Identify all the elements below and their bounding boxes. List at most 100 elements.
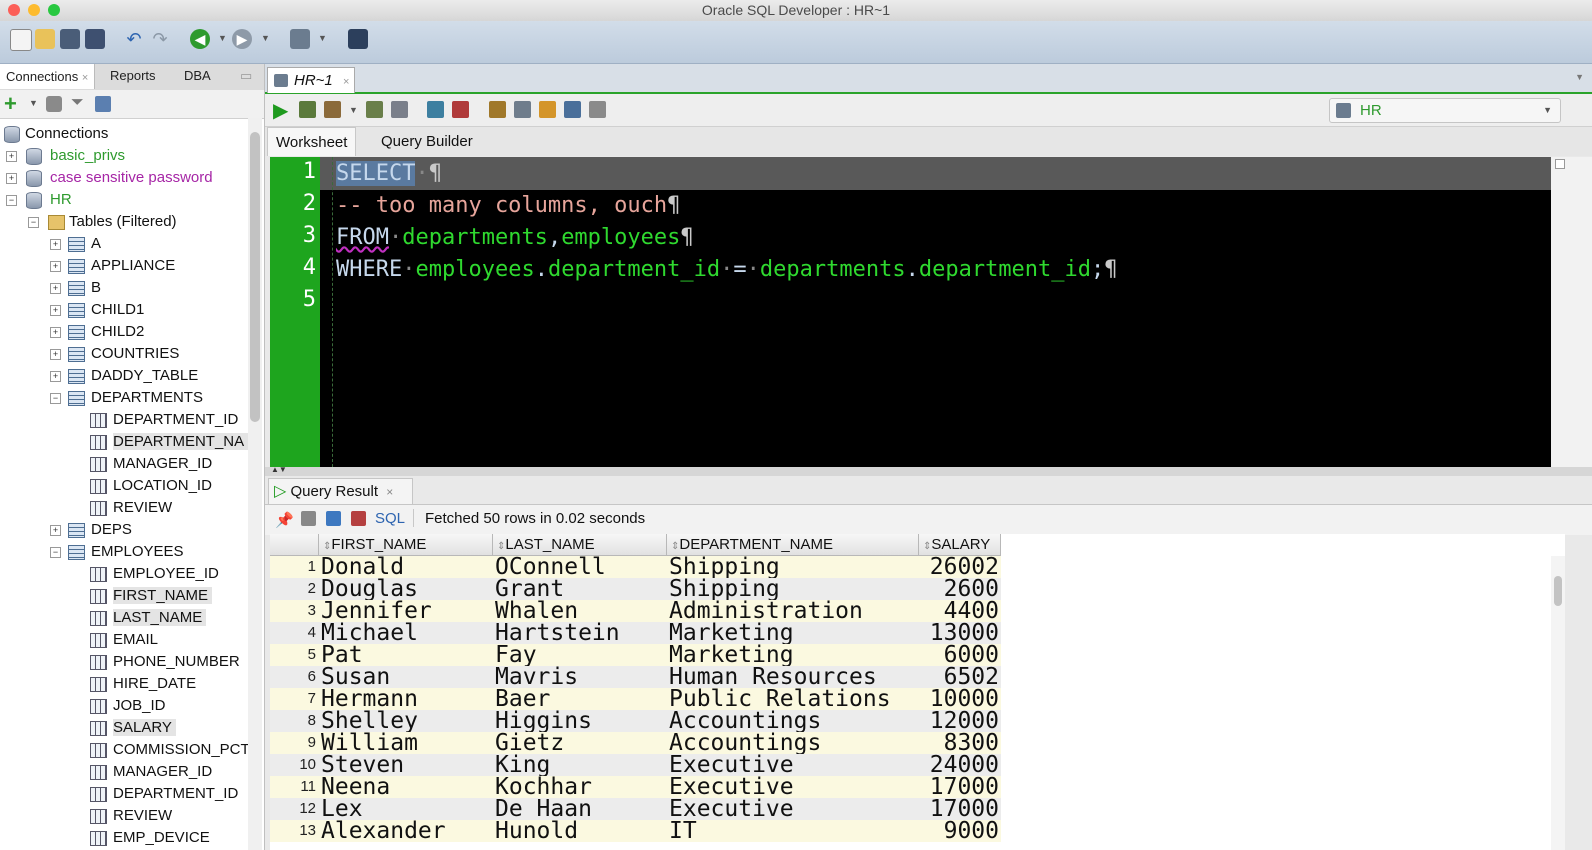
table-cell[interactable]: Susan [321, 666, 491, 689]
table-cell[interactable]: Steven [321, 754, 491, 777]
table-cell[interactable]: Human Resources [669, 666, 917, 689]
tree-item-column[interactable]: DEPARTMENT_ID [90, 409, 242, 431]
tree-item-column[interactable]: FIRST_NAME [90, 585, 213, 607]
rollback-icon[interactable] [452, 101, 469, 118]
tree-item-table[interactable]: + APPLIANCE [50, 255, 175, 277]
tree-item-column[interactable]: EMPLOYEE_ID [90, 563, 223, 585]
tree-item-column[interactable]: JOB_ID [90, 695, 170, 717]
filter-icon[interactable]: ⏷ [71, 94, 84, 112]
tree-item-table[interactable]: − EMPLOYEES [50, 541, 184, 563]
expand-icon[interactable]: + [6, 173, 17, 184]
save-icon[interactable] [60, 29, 80, 49]
table-cell[interactable]: 17000 [921, 798, 999, 821]
tree-item-column[interactable]: LOCATION_ID [90, 475, 216, 497]
table-cell[interactable]: Fay [495, 644, 665, 667]
expand-icon[interactable]: + [6, 151, 17, 162]
tree-item-column[interactable]: REVIEW [90, 497, 176, 519]
table-cell[interactable]: Pat [321, 644, 491, 667]
table-cell[interactable]: 6000 [921, 644, 999, 667]
forward-dropdown-icon[interactable]: ▼ [261, 33, 270, 43]
tab-dba[interactable]: DBA [184, 68, 211, 83]
autotrace-dropdown-icon[interactable]: ▼ [349, 105, 358, 115]
table-cell[interactable]: 13000 [921, 622, 999, 645]
table-cell[interactable]: Higgins [495, 710, 665, 733]
expand-icon[interactable]: + [50, 371, 61, 382]
scrollbar-thumb[interactable] [250, 132, 260, 422]
table-cell[interactable]: Lex [321, 798, 491, 821]
table-cell[interactable]: Hunold [495, 820, 665, 843]
column-header-department-name[interactable]: ⇕DEPARTMENT_NAME [667, 534, 919, 556]
query-result-grid[interactable]: ⇕FIRST_NAME ⇕LAST_NAME ⇕DEPARTMENT_NAME … [270, 534, 1565, 850]
schema-browser-icon[interactable] [95, 96, 111, 112]
clear-icon[interactable] [539, 101, 556, 118]
table-cell[interactable]: Whalen [495, 600, 665, 623]
tree-item-column[interactable]: EMAIL [90, 629, 162, 651]
tab-worksheet[interactable]: Worksheet [267, 127, 357, 156]
refresh-icon[interactable] [46, 96, 62, 112]
close-tab-icon[interactable]: × [386, 485, 393, 499]
explain-plan-icon[interactable] [366, 101, 383, 118]
add-connection-icon[interactable]: + [4, 91, 17, 117]
close-tab-icon[interactable]: × [82, 72, 88, 84]
run-script-icon[interactable] [299, 101, 316, 118]
table-cell[interactable]: Executive [669, 798, 917, 821]
tree-item-table[interactable]: + COUNTRIES [50, 343, 179, 365]
table-cell[interactable]: Douglas [321, 578, 491, 601]
expand-icon[interactable]: + [50, 239, 61, 250]
table-cell[interactable]: Donald [321, 556, 491, 579]
scrollbar-thumb[interactable] [1554, 576, 1562, 606]
table-cell[interactable]: Shipping [669, 556, 917, 579]
run-statement-icon[interactable]: ▶ [273, 98, 288, 123]
table-cell[interactable]: 6502 [921, 666, 999, 689]
tab-hr-worksheet[interactable]: HR~1 × [267, 67, 355, 93]
expand-icon[interactable]: + [50, 305, 61, 316]
minimize-panel-icon[interactable]: ▭ [240, 68, 252, 84]
table-cell[interactable]: Executive [669, 776, 917, 799]
tree-item-table[interactable]: + DADDY_TABLE [50, 365, 198, 387]
column-header-last-name[interactable]: ⇕LAST_NAME [493, 534, 667, 556]
editor-result-splitter[interactable]: ▲▼ [265, 465, 1592, 476]
table-cell[interactable]: 10000 [921, 688, 999, 711]
tree-item-table[interactable]: + DEPS [50, 519, 132, 541]
table-cell[interactable]: IT [669, 820, 917, 843]
table-cell[interactable]: Baer [495, 688, 665, 711]
table-cell[interactable]: Marketing [669, 622, 917, 645]
cancel-query-icon[interactable] [351, 511, 366, 526]
unshared-sql-icon[interactable] [489, 101, 506, 118]
table-cell[interactable]: Accountings [669, 732, 917, 755]
commit-icon[interactable] [427, 101, 444, 118]
collapse-icon[interactable]: − [28, 217, 39, 228]
tab-query-result[interactable]: ▷ Query Result × [268, 478, 413, 505]
close-tab-icon[interactable]: × [343, 76, 349, 88]
pin-icon[interactable]: 📌 [275, 511, 294, 529]
redo-icon[interactable]: ↷ [150, 29, 170, 49]
expand-icon[interactable]: + [50, 261, 61, 272]
table-cell[interactable]: Jennifer [321, 600, 491, 623]
table-cell[interactable]: 9000 [921, 820, 999, 843]
tree-item-column[interactable]: COMMISSION_PCT [90, 739, 254, 761]
tree-item-table[interactable]: + CHILD2 [50, 321, 144, 343]
tree-item-column[interactable]: REVIEW [90, 805, 176, 827]
split-arrows-icon[interactable]: ▲▼ [271, 465, 287, 474]
back-icon[interactable]: ◀ [190, 29, 210, 49]
binoculars-icon[interactable] [348, 29, 368, 49]
table-cell[interactable]: Grant [495, 578, 665, 601]
connection-select[interactable]: HR ▼ [1329, 98, 1561, 123]
sql-dropdown-icon[interactable]: ▼ [318, 33, 327, 43]
table-cell[interactable]: King [495, 754, 665, 777]
tree-item-connection-hr[interactable]: − HR [6, 189, 72, 211]
open-folder-icon[interactable] [35, 29, 55, 49]
column-header-first-name[interactable]: ⇕FIRST_NAME [319, 534, 493, 556]
tree-item-connection[interactable]: + case sensitive password [6, 167, 213, 189]
column-header-salary[interactable]: ⇕SALARY [919, 534, 1001, 556]
result-grid-scrollbar[interactable] [1551, 556, 1565, 850]
table-cell[interactable]: Marketing [669, 644, 917, 667]
table-cell[interactable]: Mavris [495, 666, 665, 689]
tree-item-column[interactable]: MANAGER_ID [90, 453, 216, 475]
expand-icon[interactable]: + [50, 283, 61, 294]
tree-item-tables-folder[interactable]: − Tables (Filtered) [28, 211, 177, 233]
tree-item-table[interactable]: + CHILD1 [50, 299, 144, 321]
new-file-icon[interactable] [10, 29, 32, 51]
tree-item-column[interactable]: HIRE_DATE [90, 673, 200, 695]
table-cell[interactable]: 24000 [921, 754, 999, 777]
